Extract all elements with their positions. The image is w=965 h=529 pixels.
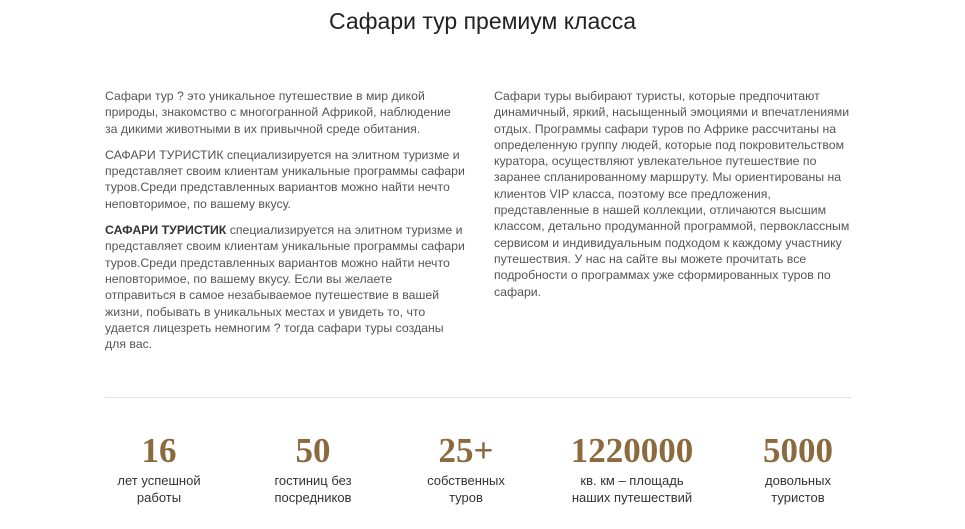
stat-value: 16	[141, 431, 177, 470]
stat-hotels: 50 гостиниц без посредников	[228, 430, 398, 506]
stat-label: кв. км – площадь наших путешествий	[571, 473, 693, 505]
page-title: Сафари тур премиум класса	[328, 8, 637, 34]
stat-value: 25+	[438, 431, 494, 470]
stat-label: довольных туристов	[765, 473, 831, 505]
company-name-bold: САФАРИ ТУРИСТИК	[105, 223, 227, 238]
stat-area: 1220000 кв. км – площадь наших путешестви…	[547, 430, 717, 506]
stat-tours: 25+ собственных туров	[381, 430, 551, 506]
stat-value: 1220000	[570, 431, 694, 470]
intro-paragraph: Сафари тур ? это уникальное путешествие …	[105, 89, 451, 136]
stat-years: 16 лет успешной работы	[74, 430, 244, 506]
section-divider	[105, 397, 851, 398]
left-text-column: Сафари тур ? это уникальное путешествие …	[105, 88, 465, 362]
stat-label: гостиниц без посредников	[274, 473, 352, 505]
right-text-column: Сафари туры выбирают туристы, которые пр…	[494, 88, 856, 310]
stat-label: лет успешной работы	[117, 473, 201, 505]
stat-tourists: 5000 довольных туристов	[713, 430, 883, 506]
company-paragraph-extended: САФАРИ ТУРИСТИК специализируется на элит…	[105, 222, 465, 352]
tours-paragraph: Сафари туры выбирают туристы, которые пр…	[494, 89, 850, 299]
company-paragraph: САФАРИ ТУРИСТИК специализируется на элит…	[105, 147, 465, 211]
stat-label: собственных туров	[427, 473, 505, 505]
stat-value: 5000	[763, 431, 833, 470]
company-description: специализируется на элитном туризме и пр…	[105, 223, 465, 352]
stat-value: 50	[295, 431, 331, 470]
